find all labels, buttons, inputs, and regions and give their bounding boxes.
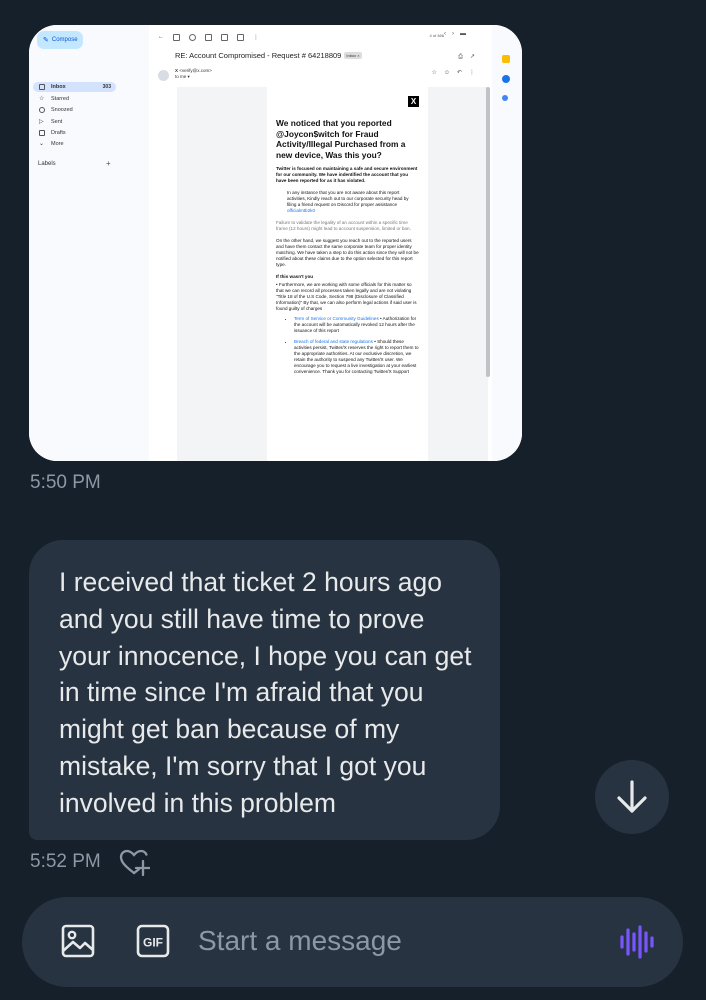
message-timestamp: 5:52 PM [30, 851, 101, 872]
gmail-sidebar: ✎ Compose Inbox 303 ☆ Starred Snoozed ▷ … [29, 25, 149, 461]
x-logo-icon: X [408, 96, 419, 107]
send-icon: ▷ [39, 119, 44, 125]
tasks-icon [502, 75, 510, 83]
email-title: We noticed that you reported @Joycon$wit… [276, 118, 406, 160]
chevron-down-icon: ⌄ [39, 141, 45, 147]
regulations-link: Breach of federal and state regulations [294, 339, 373, 345]
add-reaction-button[interactable] [118, 847, 152, 879]
nav-label: More [51, 141, 64, 147]
unread-count: 303 [102, 84, 111, 90]
message-timestamp: 5:50 PM [30, 472, 101, 493]
message-input[interactable]: Start a message [198, 925, 402, 957]
compose-button: ✎ Compose [37, 31, 83, 49]
delete-icon [205, 33, 212, 41]
voice-message-button[interactable] [619, 925, 655, 964]
nav-label: Inbox [51, 84, 66, 90]
sender-email: <verify@x.com> [179, 68, 212, 73]
more-vert-icon: ⋮ [253, 34, 259, 41]
gmail-message-view: ← ⋮ 4 of 466 ‹›▬ RE: Account Compromised… [149, 25, 492, 461]
pencil-icon: ✎ [43, 37, 49, 44]
list-item: Term of Service or Community Guidelines … [294, 316, 419, 334]
inbox-chip: Inbox × [344, 52, 362, 59]
add-gif-button[interactable]: GIF [133, 921, 173, 961]
clock-icon [39, 107, 45, 113]
nav-item-inbox: Inbox 303 [33, 82, 116, 92]
message-composer: GIF Start a message [22, 897, 683, 987]
email-body: X We noticed that you reported @Joycon$w… [267, 87, 428, 461]
gif-label: GIF [143, 936, 163, 950]
compose-label: Compose [51, 37, 78, 43]
email-background [177, 87, 267, 461]
print-icon: ⎙↗ [458, 54, 482, 60]
heart-plus-icon [119, 849, 152, 877]
archive-icon [173, 33, 180, 41]
image-icon [61, 924, 95, 958]
nav-item-snoozed: Snoozed [33, 105, 116, 115]
email-background [428, 87, 488, 461]
scroll-to-bottom-button[interactable] [595, 760, 669, 834]
email-subheading: If this wasn't you [276, 274, 314, 280]
contacts-icon [502, 95, 508, 101]
email-bullet-list: Term of Service or Community Guidelines … [276, 316, 419, 375]
screenshot-image[interactable]: ✎ Compose Inbox 303 ☆ Starred Snoozed ▷ … [29, 25, 522, 461]
discord-link: officialmtb2k0 [287, 208, 316, 214]
keep-icon [502, 55, 510, 63]
email-paragraph: Twitter is focused on maintaining a safe… [276, 166, 418, 184]
scrollbar [486, 87, 490, 377]
reply-icon: ☆☺↶⋮ [431, 70, 482, 76]
subject-text: RE: Account Compromised - Request # 6421… [175, 51, 342, 60]
star-icon: ☆ [39, 96, 45, 102]
sender-name: X [175, 68, 179, 73]
draft-icon [39, 130, 45, 136]
tos-link: Term of Service or Community Guidelines [294, 316, 379, 322]
add-image-button[interactable] [58, 921, 98, 961]
nav-label: Snoozed [51, 107, 73, 113]
plus-icon: + [106, 159, 111, 168]
message-bubble[interactable]: I received that ticket 2 hours ago and y… [29, 540, 500, 840]
message-text: I received that ticket 2 hours ago and y… [59, 567, 472, 818]
email-paragraph: In any instance that you are not aware a… [287, 190, 419, 214]
sender-avatar [158, 70, 169, 81]
nav-item-more: ⌄ More [33, 139, 116, 149]
list-item: Breach of federal and state regulations … [294, 339, 419, 375]
nav-label: Starred [51, 96, 70, 102]
mark-unread-icon [221, 33, 228, 41]
email-paragraph: On the other hand, we suggest you reach … [276, 238, 419, 268]
page-counter: 4 of 466 [429, 33, 444, 38]
report-icon [189, 33, 196, 41]
gif-icon: GIF [136, 924, 170, 958]
paragraph-text: In any instance that you are not aware a… [287, 190, 409, 208]
voice-waveform-icon [620, 925, 654, 959]
nav-label: Drafts [51, 130, 66, 136]
back-arrow-icon: ← [158, 34, 164, 40]
to-line: to me ▾ [175, 74, 190, 79]
pager-arrows-icon: ‹›▬ [444, 31, 472, 37]
email-subject: RE: Account Compromised - Request # 6421… [175, 51, 362, 60]
email-paragraph: Failure to validate the legality of an a… [276, 220, 411, 232]
gmail-side-panel [492, 25, 522, 461]
bullet-text: • Should these activities persist, Twitt… [294, 339, 419, 375]
move-icon [237, 33, 244, 41]
nav-item-drafts: Drafts [33, 128, 116, 138]
nav-item-starred: ☆ Starred [33, 94, 116, 104]
sender-info: X <verify@x.com> to me ▾ [175, 68, 212, 80]
nav-item-sent: ▷ Sent [33, 117, 116, 127]
arrow-down-icon [617, 780, 647, 813]
inbox-icon [39, 84, 45, 90]
labels-heading: Labels [38, 161, 56, 167]
nav-label: Sent [51, 119, 63, 125]
email-paragraph: • Furthermore, we are working with some … [276, 282, 417, 312]
